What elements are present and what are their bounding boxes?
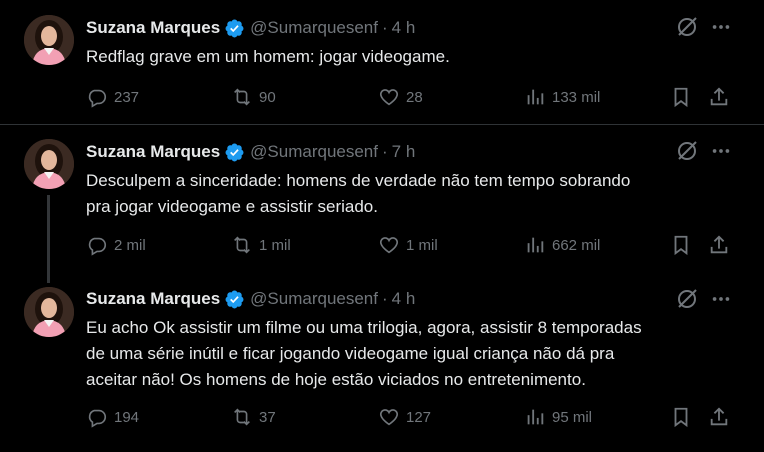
retweet-icon — [234, 88, 250, 106]
author-handle[interactable]: @Sumarquesenf — [250, 289, 378, 309]
retweet-count: 37 — [259, 408, 276, 426]
share-icon — [710, 235, 728, 254]
separator-dot: · — [381, 142, 388, 161]
bookmark-icon — [674, 407, 688, 428]
tweet-actions: 194 37 127 95 mil — [86, 405, 746, 429]
view-count: 662 mil — [552, 236, 601, 254]
tweet-text: Eu acho Ok assistir um filme ou uma tril… — [86, 318, 642, 389]
reply-icon — [88, 89, 107, 108]
like-count: 127 — [406, 408, 432, 426]
verified-badge-icon — [225, 19, 244, 37]
like-count: 1 mil — [406, 236, 438, 254]
grok-icon[interactable] — [675, 287, 699, 311]
author-handle[interactable]: @Sumarquesenf — [250, 142, 378, 162]
retweet-count: 90 — [259, 88, 276, 106]
reply-button[interactable]: 237 — [86, 85, 139, 109]
tweet-text: Redflag grave em um homem: jogar videoga… — [86, 47, 450, 66]
views-button[interactable]: 662 mil — [524, 233, 600, 257]
views-button[interactable]: 95 mil — [524, 405, 592, 429]
bookmark-icon — [674, 87, 688, 108]
more-icon[interactable] — [710, 288, 732, 310]
tweet-3[interactable]: Suzana Marques @Sumarquesenf · 4 h Eu ac… — [0, 285, 764, 452]
author-handle[interactable]: @Sumarquesenf — [250, 18, 378, 38]
avatar[interactable] — [24, 139, 74, 189]
thread-connector — [47, 195, 50, 283]
like-icon — [379, 237, 399, 254]
retweet-button[interactable]: 37 — [231, 405, 276, 429]
timeline-feed: Suzana Marques @Sumarquesenf · 4 h Redfl… — [0, 0, 764, 452]
like-icon — [379, 409, 399, 426]
retweet-button[interactable]: 1 mil — [231, 233, 291, 257]
view-count: 95 mil — [552, 408, 593, 426]
timestamp[interactable]: 4 h — [392, 18, 416, 38]
like-button[interactable]: 1 mil — [378, 233, 438, 257]
reply-count: 2 mil — [114, 236, 146, 254]
grok-icon[interactable] — [675, 139, 699, 163]
views-icon — [527, 409, 544, 425]
share-icon — [710, 407, 728, 426]
bookmark-icon — [674, 235, 688, 256]
tweet-actions: 237 90 28 133 mil — [86, 85, 746, 109]
tweet-1[interactable]: Suzana Marques @Sumarquesenf · 4 h Redfl… — [0, 0, 764, 124]
reply-count: 194 — [114, 408, 140, 426]
tweet-2[interactable]: Suzana Marques @Sumarquesenf · 7 h Descu… — [0, 125, 764, 285]
bookmark-button[interactable] — [670, 85, 692, 109]
bookmark-button[interactable] — [670, 405, 692, 429]
reply-button[interactable]: 194 — [86, 405, 139, 429]
views-button[interactable]: 133 mil — [524, 85, 600, 109]
retweet-icon — [234, 236, 250, 254]
share-button[interactable] — [708, 405, 730, 429]
views-icon — [527, 89, 544, 105]
tweet-header: Suzana Marques @Sumarquesenf · 4 h — [86, 17, 415, 39]
view-count: 133 mil — [552, 88, 601, 106]
reply-icon — [88, 409, 107, 428]
reply-count: 237 — [114, 88, 140, 106]
share-button[interactable] — [708, 233, 730, 257]
tweet-text: Desculpem a sinceridade: homens de verda… — [86, 171, 631, 216]
author-name[interactable]: Suzana Marques — [86, 18, 220, 38]
views-icon — [527, 237, 544, 253]
like-count: 28 — [406, 88, 423, 106]
tweet-header: Suzana Marques @Sumarquesenf · 4 h — [86, 288, 415, 310]
reply-icon — [88, 237, 107, 256]
like-button[interactable]: 28 — [378, 85, 423, 109]
bookmark-button[interactable] — [670, 233, 692, 257]
like-icon — [379, 89, 399, 106]
timestamp[interactable]: 4 h — [392, 289, 416, 309]
more-icon[interactable] — [710, 16, 732, 38]
like-button[interactable]: 127 — [378, 405, 431, 429]
retweet-button[interactable]: 90 — [231, 85, 276, 109]
tweet-header: Suzana Marques @Sumarquesenf · 7 h — [86, 141, 415, 163]
retweet-icon — [234, 408, 250, 426]
verified-badge-icon — [225, 290, 244, 308]
author-name[interactable]: Suzana Marques — [86, 289, 220, 309]
verified-badge-icon — [225, 143, 244, 161]
share-icon — [710, 87, 728, 106]
grok-icon[interactable] — [675, 15, 699, 39]
retweet-count: 1 mil — [259, 236, 291, 254]
share-button[interactable] — [708, 85, 730, 109]
reply-button[interactable]: 2 mil — [86, 233, 146, 257]
avatar[interactable] — [24, 287, 74, 337]
timestamp[interactable]: 7 h — [392, 142, 416, 162]
author-name[interactable]: Suzana Marques — [86, 142, 220, 162]
separator-dot: · — [381, 18, 388, 37]
tweet-actions: 2 mil 1 mil 1 mil 662 mil — [86, 233, 746, 257]
separator-dot: · — [381, 289, 388, 308]
avatar[interactable] — [24, 15, 74, 65]
more-icon[interactable] — [710, 140, 732, 162]
